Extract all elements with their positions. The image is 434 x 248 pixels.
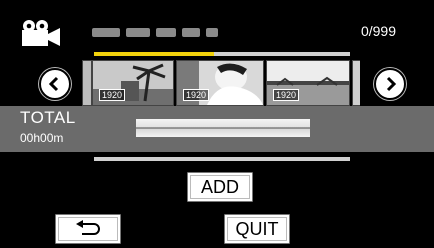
resolution-badge: 1920 bbox=[273, 89, 300, 101]
thumbnail-item[interactable]: 1920 bbox=[176, 60, 264, 106]
thumbnail-partial-right bbox=[352, 60, 360, 106]
chevron-left-icon bbox=[48, 76, 59, 92]
add-button[interactable]: ADD bbox=[187, 172, 253, 202]
total-duration-bar bbox=[136, 119, 310, 137]
thumbnail-partial-left bbox=[82, 60, 92, 106]
return-arrow-icon bbox=[76, 220, 100, 235]
file-name-placeholder bbox=[92, 26, 218, 38]
chevron-right-icon bbox=[386, 76, 397, 92]
thumbnail-strip: 1920 1920 1920 bbox=[82, 60, 360, 106]
thumbnail-item[interactable]: 1920 bbox=[92, 60, 174, 106]
quit-button[interactable]: QUIT bbox=[224, 214, 290, 244]
total-label: TOTAL bbox=[20, 108, 76, 127]
clip-counter: 0/999 bbox=[360, 23, 396, 39]
resolution-badge: 1920 bbox=[99, 89, 126, 101]
lower-track bbox=[94, 157, 350, 161]
prev-button[interactable] bbox=[39, 68, 71, 100]
thumbnail-item[interactable]: 1920 bbox=[266, 60, 350, 106]
video-camera-icon bbox=[22, 20, 60, 46]
back-button[interactable] bbox=[55, 214, 121, 244]
next-button[interactable] bbox=[374, 68, 406, 100]
total-time: 00h00m bbox=[20, 131, 64, 145]
selection-progress-fill bbox=[94, 52, 214, 56]
resolution-badge: 1920 bbox=[183, 89, 210, 101]
